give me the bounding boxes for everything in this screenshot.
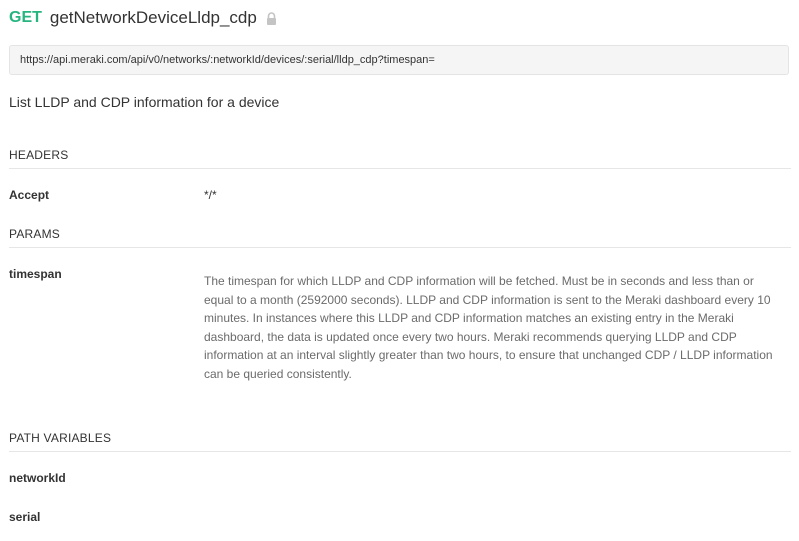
param-description-timespan: The timespan for which LLDP and CDP info… — [204, 274, 773, 381]
param-key-timespan: timespan — [9, 267, 62, 281]
request-url-field[interactable]: https://api.meraki.com/api/v0/networks/:… — [9, 45, 789, 75]
request-url-text: https://api.meraki.com/api/v0/networks/:… — [20, 54, 435, 66]
path-variables-section-title: PATH VARIABLES — [9, 431, 791, 452]
request-description: List LLDP and CDP information for a devi… — [9, 94, 280, 110]
path-variable-key-networkid: networkId — [9, 471, 66, 485]
params-section-title: PARAMS — [9, 227, 791, 248]
path-variable-key-serial: serial — [9, 510, 41, 524]
header-value-accept: */* — [204, 188, 217, 202]
lock-icon — [266, 11, 277, 25]
headers-section-title: HEADERS — [9, 148, 791, 169]
request-name[interactable]: getNetworkDeviceLldp_cdp — [50, 8, 257, 28]
request-title-row: GET getNetworkDeviceLldp_cdp — [9, 6, 277, 30]
api-request-doc: GET getNetworkDeviceLldp_cdp https://api… — [0, 0, 799, 541]
http-method-badge: GET — [9, 9, 42, 26]
header-key-accept: Accept — [9, 188, 50, 202]
